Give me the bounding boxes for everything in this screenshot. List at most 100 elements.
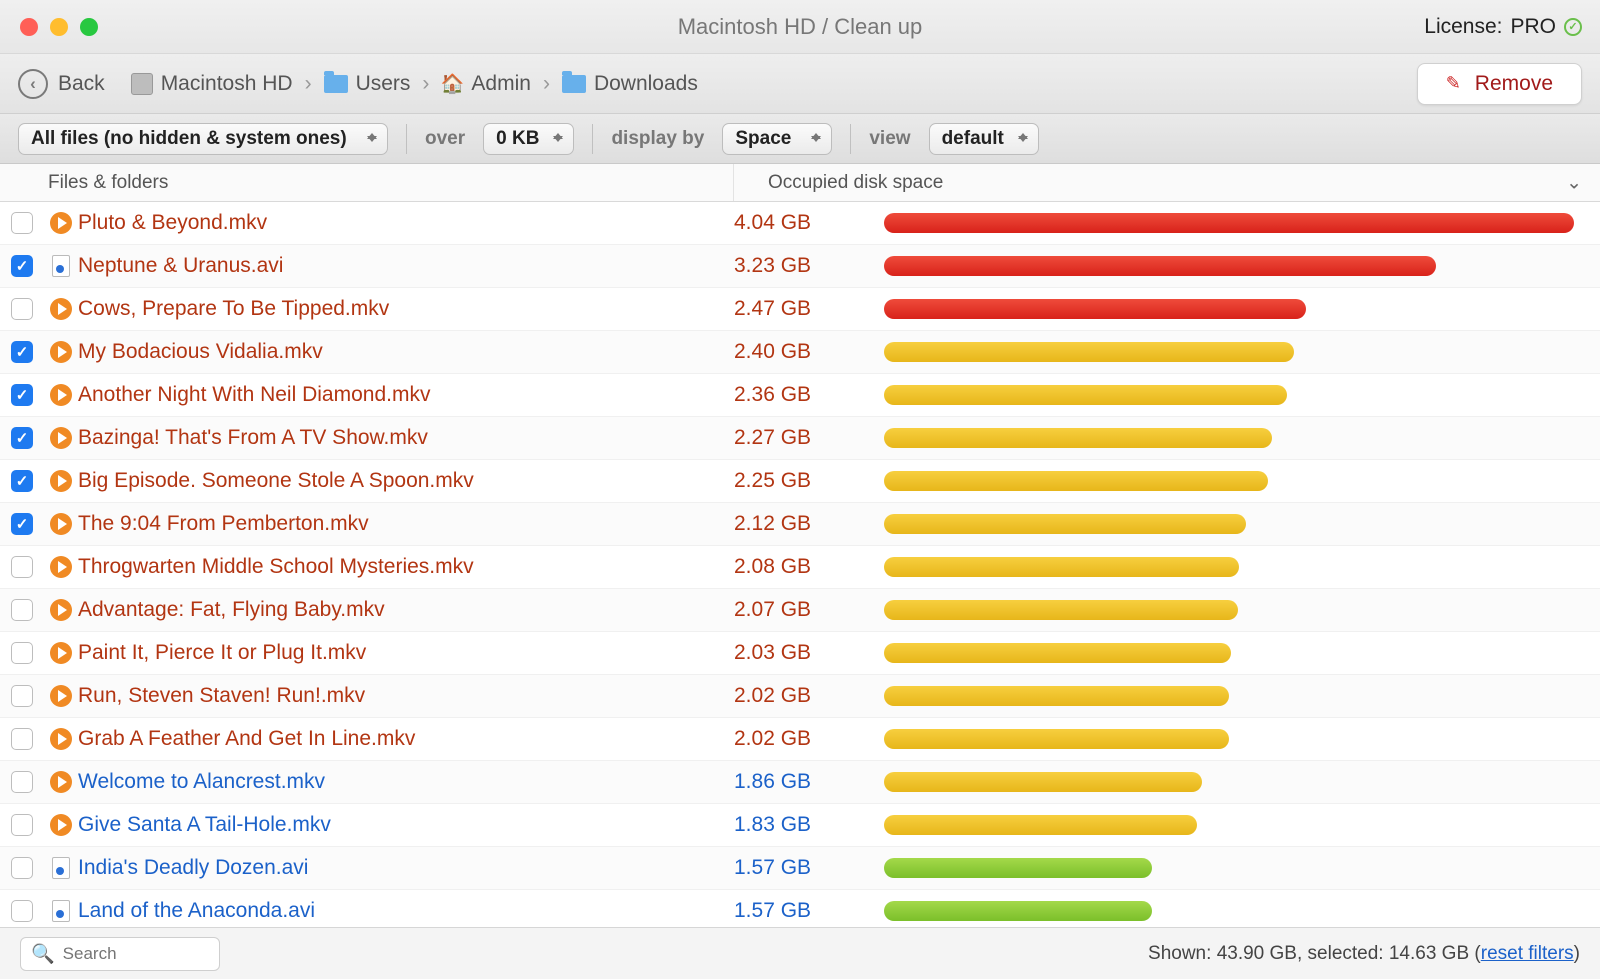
breadcrumb: Macintosh HD›Users›🏠Admin›Downloads — [131, 72, 698, 96]
file-row[interactable]: Run, Steven Staven! Run!.mkv2.02 GB — [0, 675, 1600, 718]
over-value-select[interactable]: 0 KB — [483, 123, 574, 155]
file-name: The 9:04 From Pemberton.mkv — [78, 512, 734, 536]
display-by-label: display by — [611, 128, 704, 150]
file-row[interactable]: Grab A Feather And Get In Line.mkv2.02 G… — [0, 718, 1600, 761]
col-space-header[interactable]: Occupied disk space ⌄ — [734, 172, 1600, 194]
breadcrumb-segment[interactable]: Users — [324, 72, 411, 96]
titlebar: Macintosh HD / Clean up License: PRO ✓ — [0, 0, 1600, 54]
file-name: Cows, Prepare To Be Tipped.mkv — [78, 297, 734, 321]
row-checkbox[interactable] — [11, 212, 33, 234]
filter-scope-select[interactable]: All files (no hidden & system ones) — [18, 123, 388, 155]
separator — [592, 124, 593, 154]
file-row[interactable]: Land of the Anaconda.avi1.57 GB — [0, 890, 1600, 927]
filter-bar: All files (no hidden & system ones) over… — [0, 114, 1600, 164]
file-size: 1.86 GB — [734, 770, 884, 794]
remove-label: Remove — [1475, 72, 1553, 96]
breadcrumb-label: Users — [356, 72, 411, 96]
row-checkbox[interactable]: ✓ — [11, 255, 33, 277]
chevron-down-icon: ⌄ — [1566, 171, 1582, 194]
license-status[interactable]: License: PRO ✓ — [1424, 15, 1582, 39]
file-row[interactable]: ✓Bazinga! That's From A TV Show.mkv2.27 … — [0, 417, 1600, 460]
minimize-window-button[interactable] — [50, 18, 68, 36]
file-row[interactable]: ✓ My Bodacious Vidalia.mkv2.40 GB — [0, 331, 1600, 374]
search-field[interactable] — [63, 944, 209, 964]
file-row[interactable]: Advantage: Fat, Flying Baby.mkv2.07 GB — [0, 589, 1600, 632]
video-play-icon — [50, 427, 72, 449]
row-checkbox[interactable]: ✓ — [11, 427, 33, 449]
chevron-right-icon: › — [305, 72, 312, 96]
video-play-icon — [50, 771, 72, 793]
file-name: Land of the Anaconda.avi — [78, 899, 734, 923]
file-size: 2.12 GB — [734, 512, 884, 536]
view-select[interactable]: default — [929, 123, 1039, 155]
row-checkbox[interactable] — [11, 599, 33, 621]
license-label: License: — [1424, 15, 1502, 39]
broom-icon: ✎ — [1446, 73, 1461, 94]
file-row[interactable]: ✓Another Night With Neil Diamond.mkv2.36… — [0, 374, 1600, 417]
file-row[interactable]: ✓Big Episode. Someone Stole A Spoon.mkv2… — [0, 460, 1600, 503]
file-row[interactable]: ✓ The 9:04 From Pemberton.mkv2.12 GB — [0, 503, 1600, 546]
row-checkbox[interactable] — [11, 900, 33, 922]
file-name: Bazinga! That's From A TV Show.mkv — [78, 426, 734, 450]
breadcrumb-segment[interactable]: Downloads — [562, 72, 698, 96]
remove-button[interactable]: ✎ Remove — [1417, 63, 1582, 105]
back-arrow-icon: ‹ — [18, 69, 48, 99]
file-size: 2.02 GB — [734, 684, 884, 708]
breadcrumb-segment[interactable]: 🏠Admin — [441, 72, 531, 96]
search-input[interactable]: 🔍 — [20, 937, 220, 971]
reset-filters-link[interactable]: reset filters — [1481, 943, 1574, 964]
license-tier: PRO — [1510, 15, 1556, 39]
breadcrumb-segment[interactable]: Macintosh HD — [131, 72, 293, 96]
video-play-icon — [50, 599, 72, 621]
size-bar — [884, 557, 1239, 577]
row-checkbox[interactable]: ✓ — [11, 513, 33, 535]
row-checkbox[interactable] — [11, 298, 33, 320]
row-checkbox[interactable]: ✓ — [11, 341, 33, 363]
file-row[interactable]: India's Deadly Dozen.avi1.57 GB — [0, 847, 1600, 890]
video-play-icon — [50, 470, 72, 492]
row-checkbox[interactable]: ✓ — [11, 384, 33, 406]
file-row[interactable]: Welcome to Alancrest.mkv1.86 GB — [0, 761, 1600, 804]
size-bar — [884, 256, 1436, 276]
document-icon — [52, 900, 70, 922]
file-row[interactable]: Give Santa A Tail-Hole.mkv1.83 GB — [0, 804, 1600, 847]
file-size: 2.40 GB — [734, 340, 884, 364]
video-play-icon — [50, 728, 72, 750]
display-by-select[interactable]: Space — [722, 123, 832, 155]
file-row[interactable]: ✓Neptune & Uranus.avi3.23 GB — [0, 245, 1600, 288]
file-row[interactable]: Pluto & Beyond.mkv4.04 GB — [0, 202, 1600, 245]
breadcrumb-label: Macintosh HD — [161, 72, 293, 96]
file-name: Throgwarten Middle School Mysteries.mkv — [78, 555, 734, 579]
back-label: Back — [58, 72, 105, 96]
view-label: view — [869, 128, 910, 150]
row-checkbox[interactable] — [11, 685, 33, 707]
file-size: 1.57 GB — [734, 856, 884, 880]
size-bar — [884, 815, 1197, 835]
file-name: Pluto & Beyond.mkv — [78, 211, 734, 235]
row-checkbox[interactable] — [11, 556, 33, 578]
file-row[interactable]: Cows, Prepare To Be Tipped.mkv2.47 GB — [0, 288, 1600, 331]
video-play-icon — [50, 513, 72, 535]
video-play-icon — [50, 642, 72, 664]
row-checkbox[interactable] — [11, 857, 33, 879]
row-checkbox[interactable]: ✓ — [11, 470, 33, 492]
close-window-button[interactable] — [20, 18, 38, 36]
row-checkbox[interactable] — [11, 771, 33, 793]
size-bar — [884, 643, 1231, 663]
file-row[interactable]: Throgwarten Middle School Mysteries.mkv2… — [0, 546, 1600, 589]
home-icon: 🏠 — [441, 73, 463, 95]
size-bar — [884, 342, 1294, 362]
row-checkbox[interactable] — [11, 728, 33, 750]
row-checkbox[interactable] — [11, 814, 33, 836]
footer: 🔍 Shown: 43.90 GB, selected: 14.63 GB (r… — [0, 927, 1600, 979]
zoom-window-button[interactable] — [80, 18, 98, 36]
back-button[interactable]: ‹ Back — [18, 69, 105, 99]
size-bar — [884, 385, 1287, 405]
size-bar — [884, 213, 1574, 233]
size-bar — [884, 901, 1152, 921]
file-size: 2.47 GB — [734, 297, 884, 321]
file-name: My Bodacious Vidalia.mkv — [78, 340, 734, 364]
row-checkbox[interactable] — [11, 642, 33, 664]
col-files-header[interactable]: Files & folders — [44, 164, 734, 201]
file-row[interactable]: Paint It, Pierce It or Plug It.mkv2.03 G… — [0, 632, 1600, 675]
